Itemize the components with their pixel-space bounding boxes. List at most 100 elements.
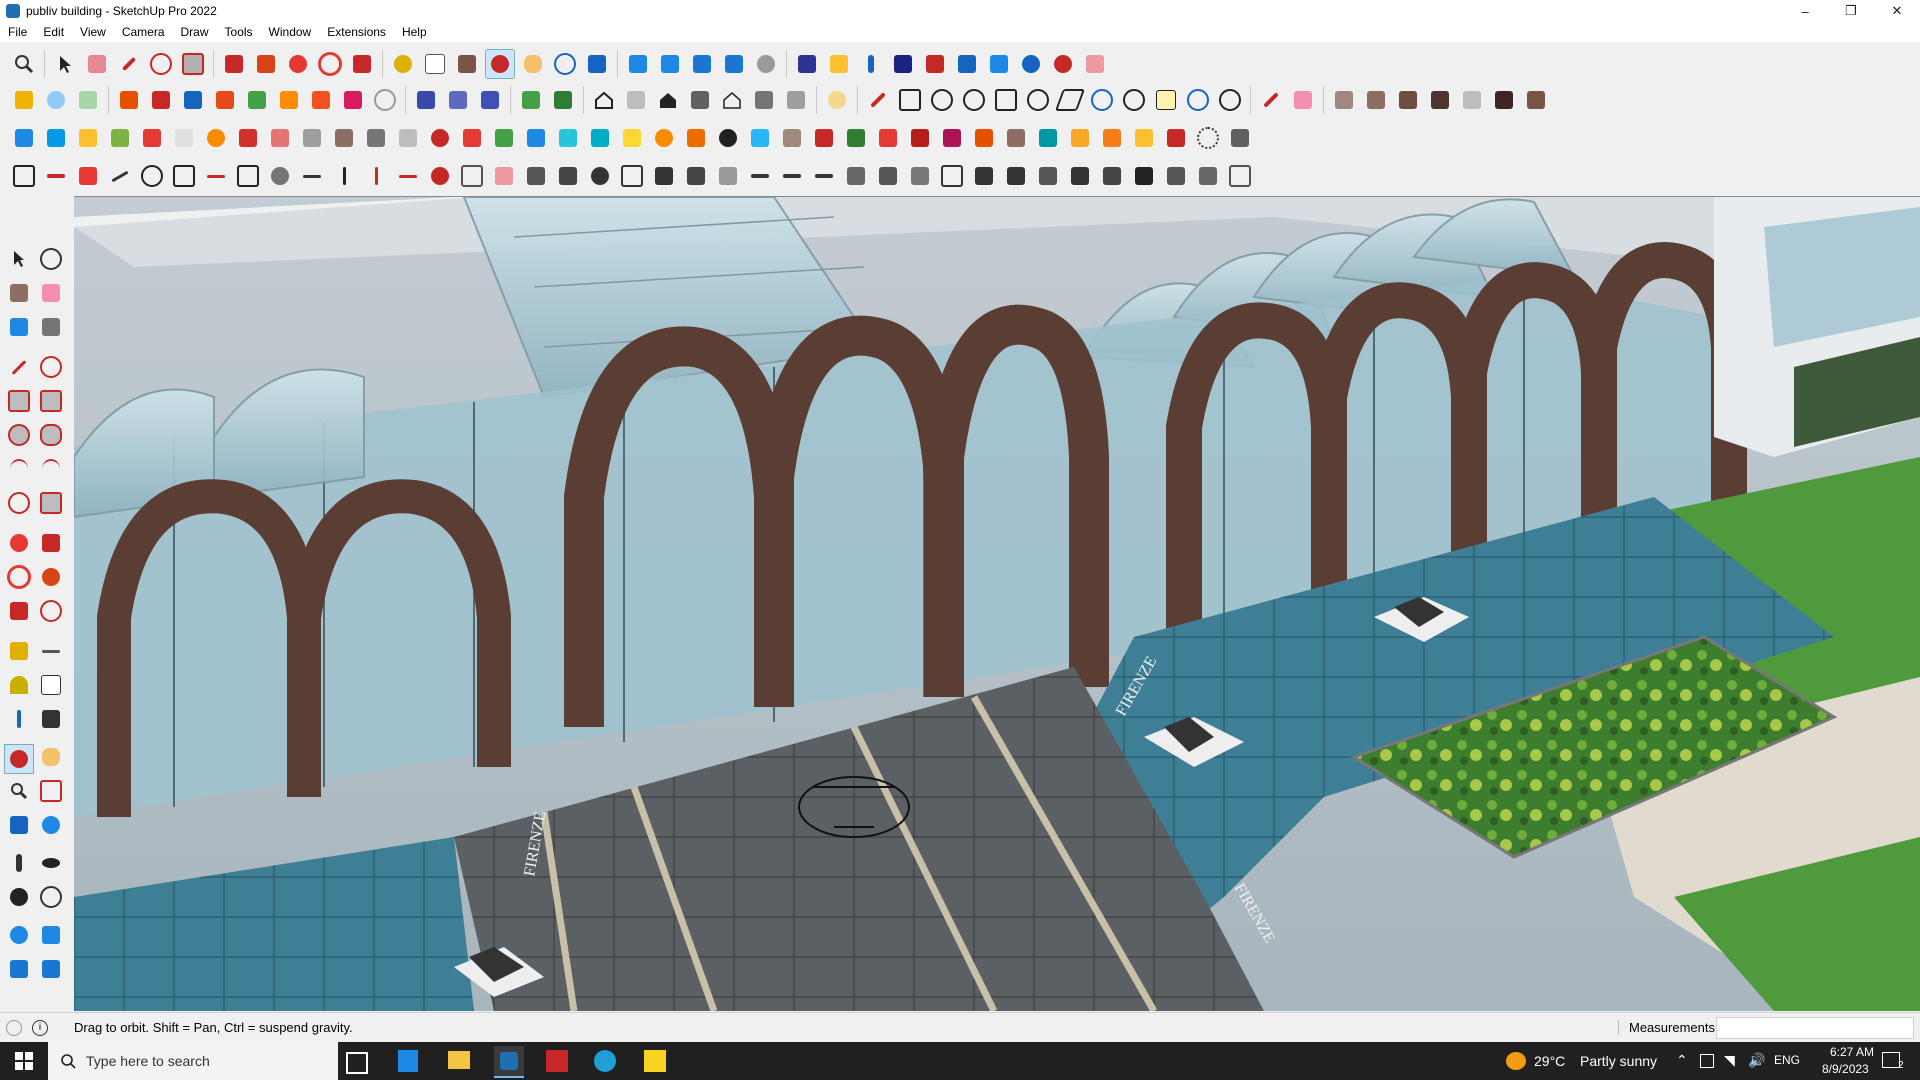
flip-icon[interactable] xyxy=(921,50,949,78)
plugin-38-icon[interactable] xyxy=(1194,124,1222,152)
draw-8-icon[interactable] xyxy=(234,162,262,190)
hand-icon[interactable] xyxy=(1081,50,1109,78)
zoom-tool-icon[interactable] xyxy=(6,778,32,804)
mirror-icon[interactable] xyxy=(985,50,1013,78)
acrobat-icon[interactable] xyxy=(546,1050,568,1072)
menu-camera[interactable]: Camera xyxy=(114,25,173,39)
shape-3-icon[interactable] xyxy=(960,86,988,114)
plugin-30-icon[interactable] xyxy=(938,124,966,152)
plugin-17-icon[interactable] xyxy=(522,124,550,152)
solid-icon[interactable] xyxy=(74,86,102,114)
shape-7-icon[interactable] xyxy=(1088,86,1116,114)
plugin-1-icon[interactable] xyxy=(10,124,38,152)
move-icon[interactable] xyxy=(284,50,312,78)
draw-22-icon[interactable] xyxy=(682,162,710,190)
pencil-icon[interactable] xyxy=(115,50,143,78)
plugin-6-icon[interactable] xyxy=(170,124,198,152)
draw-29-icon[interactable] xyxy=(906,162,934,190)
extension-warehouse-icon[interactable] xyxy=(825,50,853,78)
draw-12-icon[interactable] xyxy=(362,162,390,190)
draw-16-icon[interactable] xyxy=(490,162,518,190)
plugin-12-icon[interactable] xyxy=(362,124,390,152)
draw-13-icon[interactable] xyxy=(394,162,422,190)
terrain-icon[interactable] xyxy=(549,86,577,114)
info-icon[interactable]: i xyxy=(32,1020,48,1036)
plugin-4-icon[interactable] xyxy=(106,124,134,152)
dimension-tool-icon[interactable] xyxy=(38,638,64,664)
sections-icon[interactable] xyxy=(720,50,748,78)
styles-icon[interactable] xyxy=(656,50,684,78)
draw-25-icon[interactable] xyxy=(778,162,806,190)
plugin-32-icon[interactable] xyxy=(1002,124,1030,152)
material-4-icon[interactable] xyxy=(1426,86,1454,114)
task-view-icon[interactable] xyxy=(346,1052,368,1074)
draw-26-icon[interactable] xyxy=(810,162,838,190)
plugin-5-icon[interactable] xyxy=(138,124,166,152)
material-3-icon[interactable] xyxy=(1394,86,1422,114)
pan-icon[interactable] xyxy=(519,50,547,78)
plugin-37-icon[interactable] xyxy=(1162,124,1190,152)
tape-measure-icon[interactable] xyxy=(389,50,417,78)
plugin-36-icon[interactable] xyxy=(1130,124,1158,152)
plugin-39-icon[interactable] xyxy=(1226,124,1254,152)
eraser-tool-icon[interactable] xyxy=(38,280,64,306)
plugin-35-icon[interactable] xyxy=(1098,124,1126,152)
taskbar-search[interactable]: Type here to search xyxy=(48,1042,338,1080)
file-explorer-icon[interactable] xyxy=(448,1051,470,1069)
move-y-icon[interactable] xyxy=(179,86,207,114)
shape-11-icon[interactable] xyxy=(1216,86,1244,114)
plugin-27-icon[interactable] xyxy=(842,124,870,152)
shape-10-icon[interactable] xyxy=(1184,86,1212,114)
material-2-icon[interactable] xyxy=(1362,86,1390,114)
roof-icon[interactable] xyxy=(718,86,746,114)
draw-39-icon[interactable] xyxy=(1226,162,1254,190)
axes-tool-icon[interactable] xyxy=(6,706,32,732)
rectangle-icon[interactable] xyxy=(179,50,207,78)
sketchup-taskbar-icon[interactable] xyxy=(494,1046,524,1078)
lasso-icon[interactable] xyxy=(38,246,64,272)
language-indicator[interactable]: ENG xyxy=(1774,1053,1800,1067)
text-icon[interactable] xyxy=(421,50,449,78)
measurements-box[interactable] xyxy=(1716,1017,1914,1039)
3d-text-tool-icon[interactable] xyxy=(38,706,64,732)
section-fill-icon[interactable] xyxy=(444,86,472,114)
paint-bucket-icon[interactable] xyxy=(453,50,481,78)
warehouse-icon[interactable] xyxy=(793,50,821,78)
components-icon[interactable] xyxy=(624,50,652,78)
rotate-tool-icon[interactable] xyxy=(6,564,32,590)
draw-27-icon[interactable] xyxy=(842,162,870,190)
plugin-10-icon[interactable] xyxy=(298,124,326,152)
line-icon[interactable] xyxy=(864,86,892,114)
model-viewport[interactable]: FIRENZE FIRENZE FIRENZE xyxy=(74,196,1920,1011)
plugin-20-icon[interactable] xyxy=(618,124,646,152)
arc-tool-icon[interactable] xyxy=(6,456,32,482)
redo-icon[interactable] xyxy=(1049,50,1077,78)
plugin-11-icon[interactable] xyxy=(330,124,358,152)
undo-icon[interactable] xyxy=(1017,50,1045,78)
window-icon[interactable] xyxy=(750,86,778,114)
plugin-31-icon[interactable] xyxy=(970,124,998,152)
layers-tool-icon[interactable] xyxy=(6,956,32,982)
two-point-arc-icon[interactable] xyxy=(38,456,64,482)
network-icon[interactable]: ◥ xyxy=(1724,1052,1735,1069)
freehand-tool-icon[interactable] xyxy=(38,354,64,380)
tape-measure-tool-icon[interactable] xyxy=(6,638,32,664)
shop-icon[interactable] xyxy=(686,86,714,114)
protractor-tool-icon[interactable] xyxy=(6,672,32,698)
menu-file[interactable]: File xyxy=(0,25,35,39)
draw-11-icon[interactable] xyxy=(330,162,358,190)
plugin-29-icon[interactable] xyxy=(906,124,934,152)
draw-17-icon[interactable] xyxy=(522,162,550,190)
circle-tool-icon[interactable] xyxy=(6,422,32,448)
plugin-34-icon[interactable] xyxy=(1066,124,1094,152)
section-plane-tool-icon[interactable] xyxy=(38,884,64,910)
draw-38-icon[interactable] xyxy=(1194,162,1222,190)
arc-icon[interactable] xyxy=(147,50,175,78)
minimize-button[interactable]: – xyxy=(1782,0,1828,22)
box-icon[interactable] xyxy=(10,86,38,114)
material-5-icon[interactable] xyxy=(1458,86,1486,114)
draw-24-icon[interactable] xyxy=(746,162,774,190)
scale-icon[interactable] xyxy=(348,50,376,78)
edge-icon[interactable] xyxy=(594,1050,616,1072)
warehouse-tool-icon[interactable] xyxy=(6,922,32,948)
